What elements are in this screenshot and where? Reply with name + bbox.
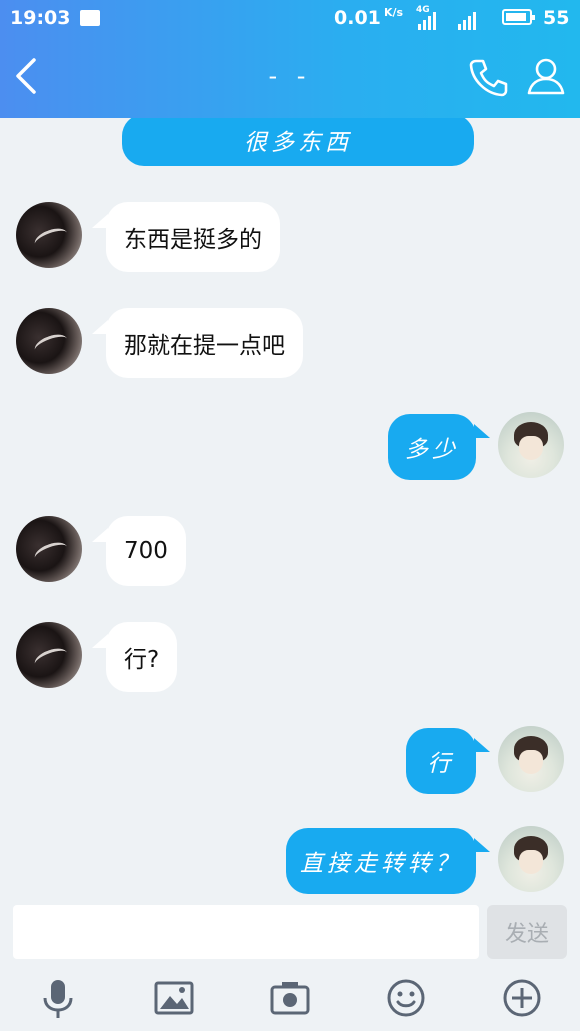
message-text: 很多东西	[244, 130, 352, 156]
network-speed-unit: K/s	[384, 6, 404, 19]
plus-icon[interactable]	[500, 976, 544, 1020]
input-toolbar	[0, 962, 580, 1031]
chevron-left-icon[interactable]	[10, 56, 44, 96]
contact-avatar[interactable]	[16, 202, 82, 268]
contact-avatar[interactable]	[16, 308, 82, 374]
battery-level: 55	[543, 7, 570, 29]
message-text: 东西是挺多的	[124, 227, 262, 253]
message-bubble-received[interactable]: 行?	[106, 622, 178, 692]
microphone-icon[interactable]	[36, 976, 80, 1020]
bubble-tail	[474, 424, 490, 438]
phone-icon[interactable]	[466, 55, 510, 99]
message-bubble-sent[interactable]: 多少	[388, 414, 476, 480]
network-speed: 0.01	[334, 7, 381, 29]
signal-icon-2	[458, 8, 478, 30]
message-list[interactable]: 很多东西 东西是挺多的 那就在提一点吧 多少 700 行? 行 直接走转转？	[0, 118, 580, 900]
message-text: 那就在提一点吧	[124, 333, 285, 359]
image-icon[interactable]	[152, 976, 196, 1020]
message-input[interactable]	[13, 905, 479, 959]
image-notification-icon	[80, 10, 100, 26]
message-text: 700	[124, 538, 168, 564]
my-avatar[interactable]	[498, 412, 564, 478]
chat-header: 19:03 0.01 K/s 4G 55 - -	[0, 0, 580, 118]
signal-icon	[418, 8, 438, 30]
user-icon[interactable]	[524, 55, 568, 99]
message-text: 行	[427, 751, 455, 777]
message-bubble-sent[interactable]: 很多东西	[122, 118, 474, 166]
status-time: 19:03	[10, 7, 71, 29]
emoji-icon[interactable]	[384, 976, 428, 1020]
contact-avatar[interactable]	[16, 516, 82, 582]
message-bubble-received[interactable]: 东西是挺多的	[106, 202, 280, 272]
my-avatar[interactable]	[498, 726, 564, 792]
message-bubble-received[interactable]: 700	[106, 516, 186, 586]
status-bar: 19:03 0.01 K/s 4G 55	[0, 0, 580, 36]
message-bubble-sent[interactable]: 行	[406, 728, 476, 794]
bubble-tail	[474, 738, 490, 752]
message-text: 多少	[405, 437, 459, 463]
send-button[interactable]: 发送	[487, 905, 567, 959]
message-text: 行?	[124, 647, 160, 673]
contact-avatar[interactable]	[16, 622, 82, 688]
battery-icon	[502, 9, 535, 25]
my-avatar[interactable]	[498, 826, 564, 892]
bubble-tail	[474, 838, 490, 852]
message-bubble-sent[interactable]: 直接走转转？	[286, 828, 476, 894]
message-text: 直接走转转？	[300, 851, 462, 877]
composer: 发送	[0, 900, 580, 962]
message-bubble-received[interactable]: 那就在提一点吧	[106, 308, 303, 378]
conversation-title: - -	[268, 62, 312, 90]
camera-icon[interactable]	[268, 976, 312, 1020]
